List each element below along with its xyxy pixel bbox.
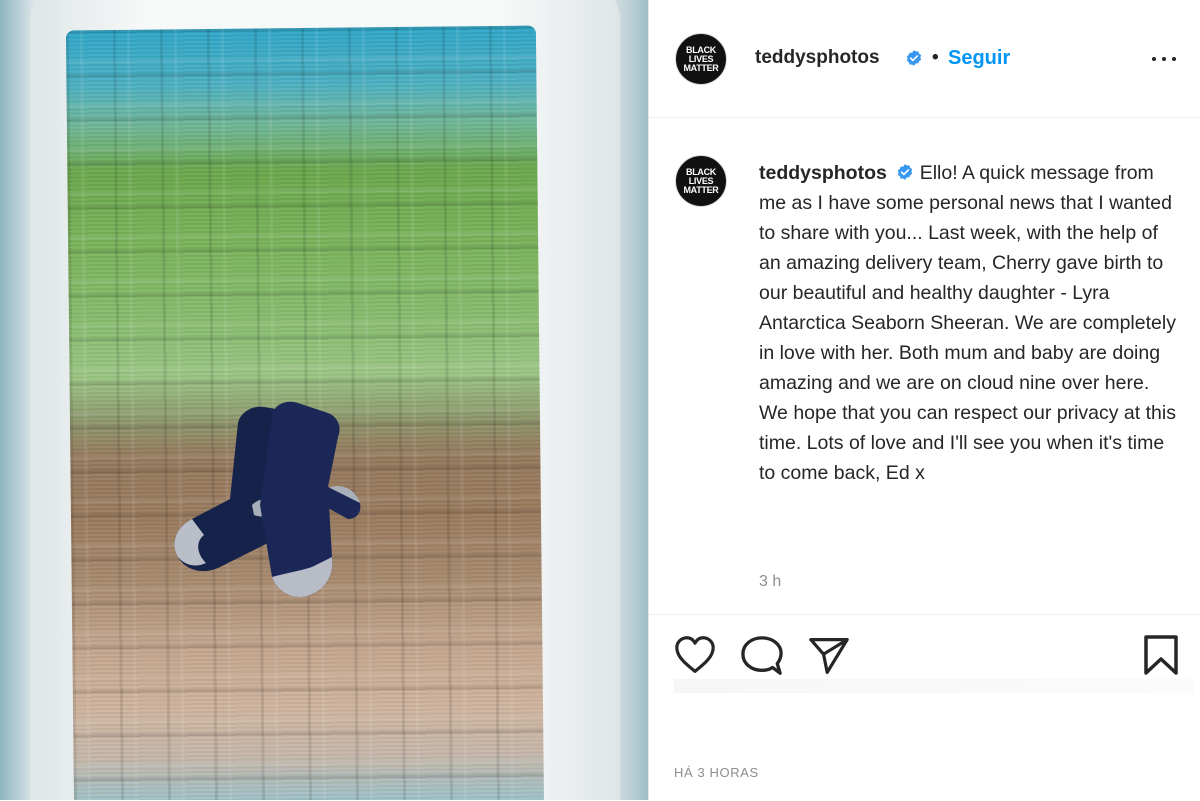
more-options-icon[interactable] bbox=[1149, 46, 1179, 70]
actions-bar: HÁ 3 HORAS bbox=[649, 614, 1200, 801]
post-header: BLACK LIVES MATTER teddysphotos • Seguir bbox=[649, 0, 1200, 118]
baby-socks bbox=[174, 401, 361, 597]
caption-username[interactable]: teddysphotos bbox=[759, 162, 887, 184]
avatar[interactable]: BLACK LIVES MATTER bbox=[675, 155, 727, 207]
share-icon[interactable] bbox=[807, 636, 851, 676]
caption-text: teddysphotos Ello! A quick message from … bbox=[759, 158, 1179, 488]
caption-body: Ello! A quick message from me as I have … bbox=[759, 162, 1176, 484]
avatar-line: MATTER bbox=[683, 184, 719, 195]
username-link[interactable]: teddysphotos bbox=[755, 47, 880, 69]
verified-badge-icon bbox=[898, 164, 913, 180]
post-image[interactable] bbox=[0, 0, 648, 800]
avatar-line: MATTER bbox=[683, 62, 719, 73]
separator-dot: • bbox=[932, 47, 939, 68]
avatar[interactable]: BLACK LIVES MATTER bbox=[675, 33, 727, 85]
divider bbox=[674, 679, 1194, 693]
verified-badge-icon bbox=[906, 50, 922, 66]
follow-button[interactable]: Seguir bbox=[948, 47, 1010, 70]
caption-timestamp[interactable]: 3 h bbox=[759, 573, 781, 591]
post-date[interactable]: HÁ 3 HORAS bbox=[674, 765, 759, 780]
post-side-panel: BLACK LIVES MATTER teddysphotos • Seguir… bbox=[649, 0, 1200, 800]
caption-section: BLACK LIVES MATTER teddysphotos Ello! A … bbox=[649, 118, 1200, 614]
bookmark-icon[interactable] bbox=[1143, 634, 1179, 676]
heart-icon[interactable] bbox=[673, 635, 717, 675]
comment-icon[interactable] bbox=[741, 635, 783, 677]
